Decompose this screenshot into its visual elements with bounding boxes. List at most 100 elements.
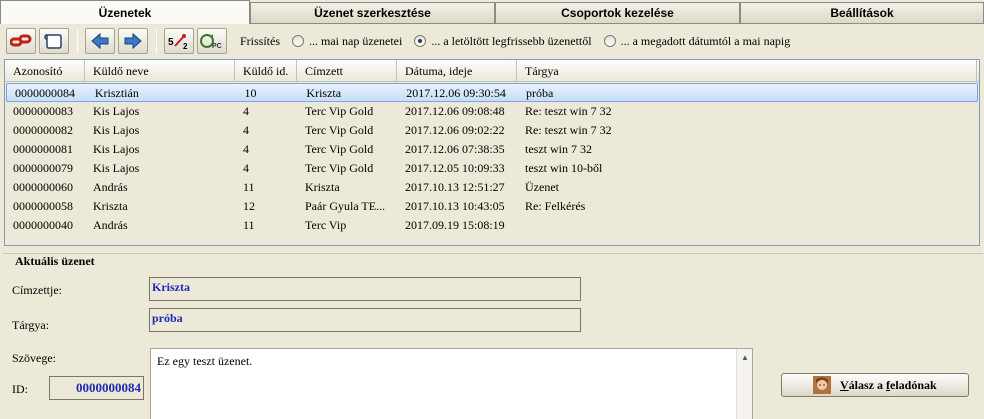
table-row[interactable]: 0000000083 Kis Lajos 4 Terc Vip Gold 2017.12… — [5, 102, 979, 121]
cell-recipient: Kriszta — [305, 180, 340, 194]
reply-to-sender-button[interactable]: Válasz a feladónak — [781, 373, 969, 397]
cell-sender-name: Kis Lajos — [93, 104, 140, 118]
cell-sender-name: Kriszta — [93, 199, 128, 213]
cell-sender-id: 11 — [243, 218, 255, 232]
arrow-right-icon — [124, 32, 142, 50]
cell-sender-name: Kis Lajos — [93, 161, 140, 175]
scroll-up-arrow-icon[interactable]: ▲ — [737, 349, 753, 365]
body-scrollbar[interactable]: ▲ — [736, 349, 752, 419]
tab-bar: Üzenetek Üzenet szerkesztése Csoportok k… — [0, 0, 984, 24]
radio-latest[interactable]: ... a letöltött legfrissebb üzenettől — [414, 33, 592, 49]
recipient-field[interactable]: Kriszta — [149, 277, 581, 301]
message-rows: 0000000084 Krisztián 10 Kriszta 2017.12.06 0… — [5, 83, 979, 235]
table-row[interactable]: 0000000058 Kriszta 12 Paár Gyula TE... 2017.… — [5, 197, 979, 216]
cell-date: 2017.12.06 09:02:22 — [405, 123, 505, 137]
cell-subject — [517, 216, 977, 235]
reply-button-label: Válasz a feladónak — [840, 377, 937, 392]
cell-id: 0000000083 — [13, 104, 73, 118]
subject-label: Tárgya: — [12, 318, 50, 332]
column-header-subject[interactable]: Tárgya — [517, 60, 977, 82]
body-textarea[interactable]: Ez egy teszt üzenet. ▲ — [150, 348, 753, 419]
scroll-button[interactable] — [39, 28, 69, 54]
cell-subject: Re: teszt win 7 32 — [525, 123, 612, 137]
cell-sender-id: 4 — [243, 161, 249, 175]
radio-from-date[interactable]: ... a megadott dátumtól a mai napig — [603, 33, 791, 49]
radio-today[interactable]: ... mai nap üzenetei — [292, 34, 402, 49]
id-label: ID: — [12, 382, 28, 396]
cell-id: 0000000081 — [13, 142, 73, 156]
toolbar-separator — [77, 29, 78, 53]
svg-text:PC: PC — [212, 43, 222, 50]
column-header-date[interactable]: Dátuma, ideje — [397, 60, 517, 82]
column-header-recipient[interactable]: Címzett — [297, 60, 397, 82]
radio-from-date-indicator[interactable] — [603, 35, 616, 47]
tab-messages[interactable]: Üzenetek — [0, 0, 250, 24]
cell-sender-name: András — [93, 218, 128, 232]
cell-date: 2017.12.06 09:30:54 — [406, 86, 506, 100]
cell-id: 0000000084 — [15, 86, 75, 100]
cell-recipient: Terc Vip — [305, 218, 347, 232]
current-message-panel: Aktuális üzenet Címzettje: Kriszta Tárgy… — [3, 253, 983, 419]
user-avatar-icon — [813, 376, 831, 394]
radio-today-indicator[interactable] — [292, 35, 305, 47]
table-row[interactable]: 0000000060 András 11 Kriszta 2017.10.13 12:5… — [5, 178, 979, 197]
scroll-icon — [44, 34, 62, 49]
radio-latest-label: ... a letöltött legfrissebb üzenettől — [431, 33, 592, 48]
cell-recipient: Paár Gyula TE... — [305, 199, 386, 213]
table-row[interactable]: 0000000079 Kis Lajos 4 Terc Vip Gold 2017.12… — [5, 159, 979, 178]
body-text: Ez egy teszt üzenet. — [157, 354, 253, 368]
cell-sender-id: 11 — [243, 180, 255, 194]
cell-id: 0000000060 — [13, 180, 73, 194]
cell-date: 2017.10.13 12:51:27 — [405, 180, 505, 194]
pc-refresh-button[interactable]: PC — [197, 28, 227, 54]
tab-edit-message[interactable]: Üzenet szerkesztése — [250, 2, 495, 24]
panel-title: Aktuális üzenet — [12, 254, 98, 269]
id-field: 0000000084 — [49, 376, 144, 400]
table-row[interactable]: 0000000040 András 11 Terc Vip 2017.09.19 15:… — [5, 216, 979, 235]
table-row[interactable]: 0000000082 Kis Lajos 4 Terc Vip Gold 2017.12… — [5, 121, 979, 140]
cell-recipient: Terc Vip Gold — [305, 104, 374, 118]
cell-sender-id: 4 — [243, 142, 249, 156]
cell-sender-id: 12 — [243, 199, 255, 213]
toolbar: 5 2 PC Frissítés ... mai nap üzenetei ..… — [0, 25, 984, 57]
cell-sender-name: Kis Lajos — [93, 142, 140, 156]
column-header-sender-id[interactable]: Küldő id. — [235, 60, 297, 82]
cell-recipient: Terc Vip Gold — [305, 161, 374, 175]
link-button[interactable] — [6, 28, 36, 54]
table-row[interactable]: 0000000084 Krisztián 10 Kriszta 2017.12.06 0… — [6, 83, 978, 102]
column-header-id[interactable]: Azonosító — [5, 60, 85, 82]
next-button[interactable] — [118, 28, 148, 54]
cell-recipient: Kriszta — [306, 86, 342, 100]
cell-id: 0000000082 — [13, 123, 73, 137]
arrow-left-icon — [91, 32, 109, 50]
table-row[interactable]: 0000000081 Kis Lajos 4 Terc Vip Gold 2017.12… — [5, 140, 979, 159]
refresh-label: Frissítés — [240, 33, 281, 48]
cell-sender-id: 4 — [243, 104, 249, 118]
cell-subject: Re: teszt win 7 32 — [525, 104, 612, 118]
cell-subject: próba — [525, 86, 554, 100]
sort-button[interactable]: 5 2 — [164, 28, 194, 54]
tab-groups[interactable]: Csoportok kezelése — [495, 2, 740, 24]
link-icon — [10, 34, 32, 47]
recipient-label: Címzettje: — [12, 283, 62, 297]
cell-subject: teszt win 10-ből — [525, 161, 603, 175]
cell-recipient: Terc Vip Gold — [305, 142, 374, 156]
message-list-header: Azonosító Küldő neve Küldő id. Címzett D… — [5, 60, 979, 82]
cell-date: 2017.10.13 10:43:05 — [405, 199, 505, 213]
cell-subject: Üzenet — [525, 180, 559, 194]
cell-date: 2017.12.06 07:38:35 — [405, 142, 505, 156]
cell-id: 0000000040 — [13, 218, 73, 232]
svg-text:5: 5 — [168, 37, 174, 48]
message-list[interactable]: Azonosító Küldő neve Küldő id. Címzett D… — [4, 59, 980, 246]
tab-settings[interactable]: Beállítások — [740, 2, 984, 24]
body-label: Szövege: — [12, 351, 56, 365]
column-header-sender-name[interactable]: Küldő neve — [85, 60, 235, 82]
cell-sender-id: 10 — [244, 86, 257, 100]
cell-recipient: Terc Vip Gold — [305, 123, 374, 137]
subject-field[interactable]: próba — [149, 308, 581, 332]
toolbar-separator — [156, 29, 157, 53]
radio-latest-indicator[interactable] — [414, 35, 427, 47]
radio-from-date-label: ... a megadott dátumtól a mai napig — [620, 33, 791, 48]
cell-id: 0000000058 — [13, 199, 73, 213]
previous-button[interactable] — [85, 28, 115, 54]
